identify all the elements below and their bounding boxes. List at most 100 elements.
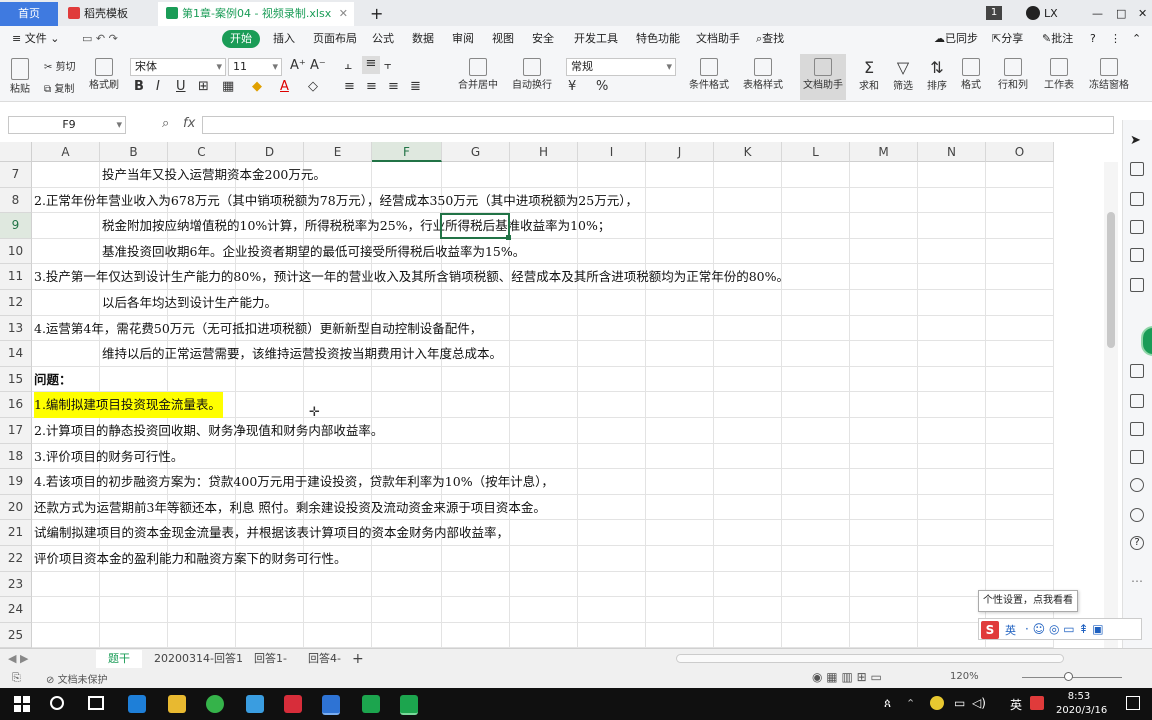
windows-start-icon[interactable]: [14, 696, 30, 712]
app-blue-icon[interactable]: [246, 695, 264, 713]
doc-helper-button[interactable]: 文档助手: [800, 54, 846, 100]
wps-writer-icon[interactable]: [322, 695, 340, 715]
cell-row-19[interactable]: 4.若该项目的初步融资方案为：贷款400万元用于建设投资，贷款年利率为10%（按…: [34, 469, 554, 495]
new-tab-button[interactable]: +: [362, 2, 391, 26]
user-account[interactable]: LX: [1018, 2, 1066, 26]
border-button[interactable]: ⊞: [198, 79, 209, 94]
task-view-icon[interactable]: [88, 696, 104, 710]
column-header-g[interactable]: G: [442, 142, 510, 162]
cell-row-14[interactable]: 维持以后的正常运营需要，该维持运营投资按当期费用计入年度总成本。: [102, 341, 502, 367]
tray-expand-icon[interactable]: ⌃: [906, 697, 915, 710]
row-col-button[interactable]: 行和列: [994, 58, 1032, 91]
sheet-tab[interactable]: 回答4-: [308, 650, 341, 668]
row-header-12[interactable]: 12: [0, 290, 32, 316]
currency-icon[interactable]: ¥: [568, 79, 576, 94]
fx-button[interactable]: fx: [183, 116, 195, 131]
cell-row-17[interactable]: 2.计算项目的静态投资回收期、财务净现值和财务内部收益率。: [34, 418, 383, 444]
view-mode-icons[interactable]: ◉ ▦ ▥ ⊞ ▭: [812, 670, 882, 684]
align-left-icon[interactable]: ≡: [344, 79, 355, 94]
cell-row-18[interactable]: 3.评价项目的财务可行性。: [34, 444, 183, 470]
tab-home[interactable]: 首页: [0, 2, 58, 26]
archive-icon[interactable]: [1130, 422, 1144, 436]
close-window-button[interactable]: ✕: [1130, 2, 1152, 26]
cell-style-button[interactable]: ▦: [222, 79, 234, 94]
table-icon[interactable]: [1130, 220, 1144, 234]
add-sheet-button[interactable]: +: [352, 650, 364, 668]
format-painter-button[interactable]: 格式刷: [88, 58, 120, 91]
paste-button[interactable]: 粘贴: [8, 58, 32, 95]
cell-row-21[interactable]: 试编制拟建项目的资本金现金流量表，并根据该表计算项目的资本金财务内部收益率，: [34, 520, 509, 546]
vertical-scrollbar[interactable]: [1104, 162, 1118, 648]
tab-start[interactable]: 开始: [222, 30, 260, 48]
row-header-15[interactable]: 15: [0, 366, 32, 393]
formula-input[interactable]: [202, 116, 1114, 134]
merge-center-button[interactable]: 合并居中: [456, 58, 500, 91]
bold-button[interactable]: B: [134, 79, 144, 94]
history-icon[interactable]: [1130, 508, 1144, 522]
row-header-11[interactable]: 11: [0, 264, 32, 290]
cell-row-11[interactable]: 3.投产第一年仅达到设计生产能力的80%，预计这一年的营业收入及其所含销项税额、…: [34, 264, 789, 290]
conditional-format-button[interactable]: 条件格式: [686, 58, 732, 91]
row-header-14[interactable]: 14: [0, 341, 32, 367]
column-header-h[interactable]: H: [510, 142, 578, 162]
wrap-text-button[interactable]: 自动换行: [510, 58, 554, 91]
personalize-tooltip[interactable]: 个性设置，点我看看: [978, 590, 1078, 612]
decrease-font-button[interactable]: A⁻: [310, 58, 326, 73]
tab-workbook[interactable]: 第1章-案例04 - 视频录制.xlsx ✕: [158, 2, 354, 26]
column-header-e[interactable]: E: [304, 142, 372, 162]
more-dots-icon[interactable]: ⋯: [1131, 574, 1143, 588]
sort-button[interactable]: ⇅ 排序: [924, 58, 950, 92]
export-icon[interactable]: [1130, 394, 1144, 408]
cell-row-12[interactable]: 以后各年均达到设计生产能力。: [102, 290, 277, 316]
horizontal-scrollbar[interactable]: [676, 654, 1064, 663]
tab-doc-helper[interactable]: 文档助手: [690, 30, 746, 48]
notification-icon[interactable]: [1126, 696, 1140, 710]
tab-insert[interactable]: 插入: [267, 30, 301, 48]
zoom-level[interactable]: 120%: [950, 671, 979, 682]
cell-row-16[interactable]: 1.编制拟建项目投资现金流量表。: [34, 392, 223, 418]
sogou-ime-icon[interactable]: S: [981, 621, 999, 639]
volume-icon[interactable]: ◁): [972, 696, 986, 710]
column-header-m[interactable]: M: [850, 142, 918, 162]
redo-icon[interactable]: ↷: [109, 32, 118, 45]
percent-button[interactable]: %: [596, 79, 608, 94]
tab-features[interactable]: 特色功能: [630, 30, 686, 48]
comment-button[interactable]: ✎批注: [1036, 30, 1079, 48]
close-tab-icon[interactable]: ✕: [339, 2, 348, 26]
grid-icon[interactable]: [1130, 248, 1144, 262]
column-header-l[interactable]: L: [782, 142, 850, 162]
cell-row-22[interactable]: 评价项目资本金的盈利能力和融资方案下的财务可行性。: [34, 546, 347, 572]
tab-formulas[interactable]: 公式: [366, 30, 400, 48]
row-header-16[interactable]: 16: [0, 392, 32, 418]
increase-font-button[interactable]: A⁺: [290, 58, 306, 73]
row-header-17[interactable]: 17: [0, 418, 32, 444]
cut-button[interactable]: ✂ 剪切: [44, 58, 76, 73]
row-header-19[interactable]: 19: [0, 469, 32, 495]
cell-row-9[interactable]: 税金附加按应纳增值税的10%计算，所得税税率为25%，行业所得税后基准收益率为1…: [102, 213, 610, 239]
tab-review[interactable]: 审阅: [446, 30, 480, 48]
style-icon[interactable]: [1130, 192, 1144, 206]
app-red-icon[interactable]: [284, 695, 302, 713]
help-icon[interactable]: ?: [1084, 30, 1102, 48]
column-header-o[interactable]: O: [986, 142, 1054, 162]
column-header-k[interactable]: K: [714, 142, 782, 162]
shield-icon[interactable]: [1130, 478, 1144, 492]
cell-row-20[interactable]: 还款方式为运营期前3年等额还本，利息 照付。剩余建设投资及流动资金来源于项目资本…: [34, 495, 546, 521]
row-header-18[interactable]: 18: [0, 443, 32, 470]
network-icon[interactable]: ▭: [954, 696, 965, 710]
worksheet-button[interactable]: 工作表: [1040, 58, 1078, 91]
font-color-icon[interactable]: A: [280, 79, 289, 94]
justify-icon[interactable]: ≣: [410, 79, 421, 94]
window-count-badge[interactable]: 1: [986, 6, 1002, 20]
underline-button[interactable]: U: [176, 79, 186, 94]
tray-app-icon[interactable]: [930, 696, 944, 710]
clock[interactable]: 8:53 2020/3/16: [1056, 690, 1107, 718]
zoom-lens-icon[interactable]: ⌕: [162, 116, 169, 131]
row-header-21[interactable]: 21: [0, 520, 32, 546]
align-bottom-icon[interactable]: ⫟: [384, 58, 392, 73]
fill-handle[interactable]: [506, 235, 511, 240]
row-header-13[interactable]: 13: [0, 315, 32, 342]
row-header-7[interactable]: 7: [0, 162, 32, 188]
column-header-d[interactable]: D: [236, 142, 304, 162]
row-header-24[interactable]: 24: [0, 597, 32, 623]
